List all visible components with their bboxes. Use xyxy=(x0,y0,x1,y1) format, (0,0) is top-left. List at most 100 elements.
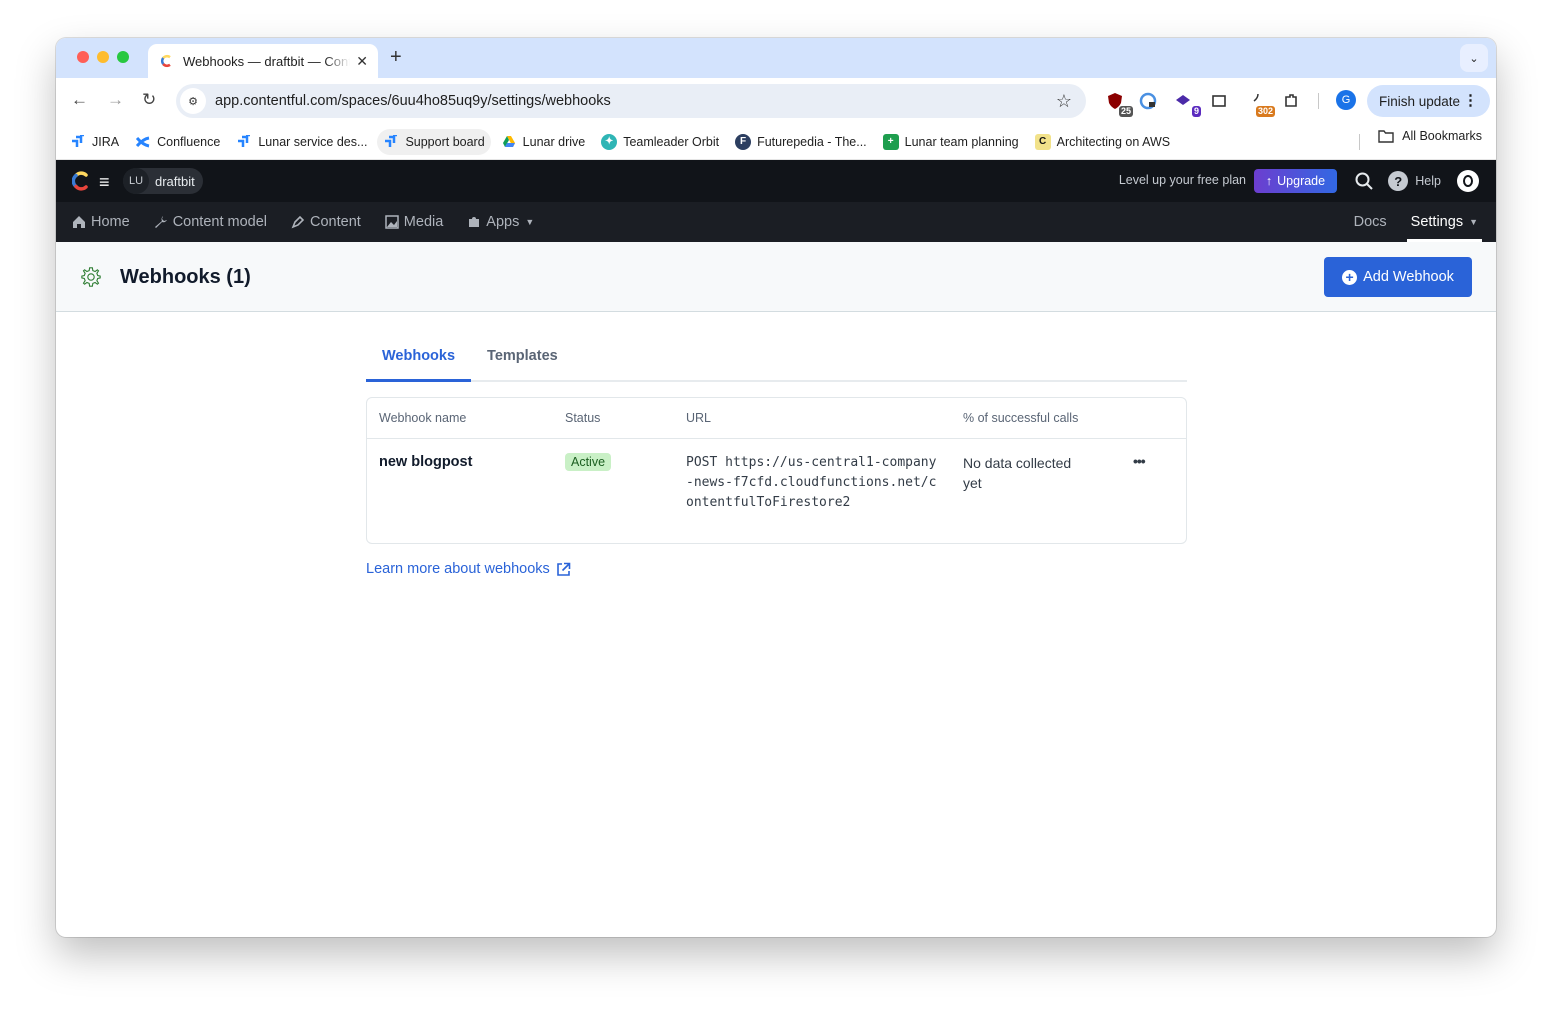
caret-down-icon: ▼ xyxy=(1469,217,1478,227)
home-icon xyxy=(73,216,85,228)
google-drive-icon xyxy=(501,134,517,150)
profile-avatar[interactable]: G xyxy=(1336,90,1356,110)
folder-icon xyxy=(1378,130,1394,143)
tab-webhooks[interactable]: Webhooks xyxy=(366,335,472,382)
bookmark-jira[interactable]: JIRA xyxy=(64,129,125,155)
image-icon xyxy=(385,215,399,229)
upgrade-button[interactable]: ↑ Upgrade xyxy=(1254,169,1337,193)
stack-extension-icon[interactable]: 9 xyxy=(1171,89,1201,117)
back-button[interactable]: ← xyxy=(71,90,88,110)
teamleader-icon: ✦ xyxy=(601,133,618,150)
puzzle-icon xyxy=(469,217,480,227)
table-row[interactable]: new blogpost Active POST https://us-cent… xyxy=(367,439,1186,543)
tabs: Webhooks Templates xyxy=(366,335,1187,382)
nav-content[interactable]: Content xyxy=(291,214,361,230)
finish-update-label: Finish update xyxy=(1379,93,1461,109)
contentful-favicon-icon xyxy=(160,54,171,68)
page-title: Webhooks (1) xyxy=(120,266,251,288)
jira-icon xyxy=(236,134,252,150)
maximize-window-button[interactable] xyxy=(117,51,129,63)
bookmark-teamleader-orbit[interactable]: ✦ Teamleader Orbit xyxy=(595,129,725,155)
more-vert-icon: ⋮ xyxy=(1463,92,1478,109)
url-text[interactable]: app.contentful.com/spaces/6uu4ho85uq9y/s… xyxy=(215,93,1056,109)
ublock-extension-icon[interactable]: 25 xyxy=(1103,89,1133,117)
space-avatar: LU xyxy=(123,168,149,194)
confluence-icon xyxy=(135,134,151,150)
success-rate: No data collected yet xyxy=(963,455,1072,491)
search-icon[interactable] xyxy=(1354,171,1374,191)
jira-icon xyxy=(70,134,86,150)
user-avatar[interactable] xyxy=(1457,170,1479,192)
bookmark-confluence[interactable]: Confluence xyxy=(129,129,226,155)
space-switcher[interactable]: LU draftbit xyxy=(123,168,203,194)
wrench-icon xyxy=(154,216,167,228)
bookmark-futurepedia[interactable]: F Futurepedia - The... xyxy=(729,129,873,155)
help-button[interactable]: ? Help xyxy=(1388,171,1441,191)
external-link-icon xyxy=(556,562,571,576)
reload-button[interactable]: ↻ xyxy=(142,90,156,110)
forward-button[interactable]: → xyxy=(107,90,124,110)
add-webhook-button[interactable]: + Add Webhook xyxy=(1324,257,1472,297)
address-bar[interactable]: ⚙ app.contentful.com/spaces/6uu4ho85uq9y… xyxy=(176,84,1086,118)
header-url: URL xyxy=(686,411,712,425)
jira-icon xyxy=(383,134,399,150)
bookmarks-divider xyxy=(1359,134,1360,150)
webhook-name[interactable]: new blogpost xyxy=(379,454,472,470)
more-actions-icon[interactable]: ••• xyxy=(1133,453,1146,469)
bookmark-lunar-team-planning[interactable]: + Lunar team planning xyxy=(877,129,1025,155)
nav-docs[interactable]: Docs xyxy=(1354,214,1387,230)
bookmark-star-icon[interactable]: ☆ xyxy=(1056,91,1072,112)
learn-more-link[interactable]: Learn more about webhooks xyxy=(366,561,1187,577)
minimize-window-button[interactable] xyxy=(97,51,109,63)
nav-settings[interactable]: Settings ▼ xyxy=(1406,202,1483,242)
browser-tab[interactable]: Webhooks — draftbit — Contentful ✕ xyxy=(148,44,378,78)
nav-media[interactable]: Media xyxy=(385,214,443,230)
page-header: Webhooks (1) + Add Webhook xyxy=(56,242,1496,312)
counter-extension-icon[interactable]: 302 xyxy=(1243,89,1275,117)
bookmark-support-board[interactable]: Support board xyxy=(377,128,491,155)
webhooks-table: Webhook name Status URL % of successful … xyxy=(366,397,1187,544)
tab-templates[interactable]: Templates xyxy=(471,335,574,380)
finish-update-button[interactable]: Finish update ⋮ xyxy=(1367,85,1490,117)
tab-strip: Webhooks — draftbit — Contentful ✕ + ⌄ xyxy=(56,38,1496,78)
site-info-icon[interactable]: ⚙ xyxy=(180,88,206,114)
bookmark-lunar-drive[interactable]: Lunar drive xyxy=(495,129,592,155)
tab-title: Webhooks — draftbit — Contentful xyxy=(183,53,351,69)
level-up-text: Level up your free plan xyxy=(1118,173,1246,187)
futurepedia-icon: F xyxy=(735,133,752,150)
window-controls xyxy=(77,51,129,63)
sheets-icon: + xyxy=(882,133,899,150)
browser-toolbar: ← → ↻ ⚙ app.contentful.com/spaces/6uu4ho… xyxy=(56,78,1496,124)
nav-content-model[interactable]: Content model xyxy=(154,214,267,230)
space-name: draftbit xyxy=(155,173,195,189)
webhook-url: POST https://us-central1-company-news-f7… xyxy=(686,455,937,510)
password-extension-icon[interactable] xyxy=(1136,89,1160,113)
plus-circle-icon: + xyxy=(1342,269,1358,285)
screenshot-extension-icon[interactable] xyxy=(1207,89,1231,113)
contentful-logo-icon[interactable] xyxy=(72,171,90,191)
bookmarks-bar: JIRA Confluence Lunar service des... Sup… xyxy=(56,124,1496,160)
toolbar-divider xyxy=(1318,93,1319,109)
app-nav: Home Content model Content Media Apps ▼ … xyxy=(56,202,1496,242)
bookmark-architecting-on-aws[interactable]: C Architecting on AWS xyxy=(1029,129,1176,155)
nav-right: Docs Settings ▼ xyxy=(1354,202,1483,242)
table-header: Webhook name Status URL % of successful … xyxy=(367,398,1186,439)
close-window-button[interactable] xyxy=(77,51,89,63)
status-badge: Active xyxy=(565,453,612,471)
nav-home[interactable]: Home xyxy=(72,214,130,230)
new-tab-button[interactable]: + xyxy=(390,46,402,69)
all-bookmarks-button[interactable]: All Bookmarks xyxy=(1378,129,1482,143)
close-tab-icon[interactable]: ✕ xyxy=(356,53,368,70)
extensions-puzzle-icon[interactable] xyxy=(1279,89,1303,113)
app-top-bar: ≡ LU draftbit Level up your free plan ↑ … xyxy=(56,160,1496,202)
tab-search-button[interactable]: ⌄ xyxy=(1460,44,1488,72)
header-webhook-name: Webhook name xyxy=(379,411,467,425)
caret-down-icon: ▼ xyxy=(525,217,535,227)
hamburger-menu-icon[interactable]: ≡ xyxy=(99,172,110,193)
bookmark-lunar-service-desk[interactable]: Lunar service des... xyxy=(230,129,373,155)
header-status: Status xyxy=(565,411,601,425)
main-content: Webhooks Templates Webhook name Status U… xyxy=(366,335,1187,577)
browser-window: Webhooks — draftbit — Contentful ✕ + ⌄ ←… xyxy=(56,38,1496,937)
nav-apps[interactable]: Apps ▼ xyxy=(467,214,534,230)
header-success-rate: % of successful calls xyxy=(963,411,1079,425)
